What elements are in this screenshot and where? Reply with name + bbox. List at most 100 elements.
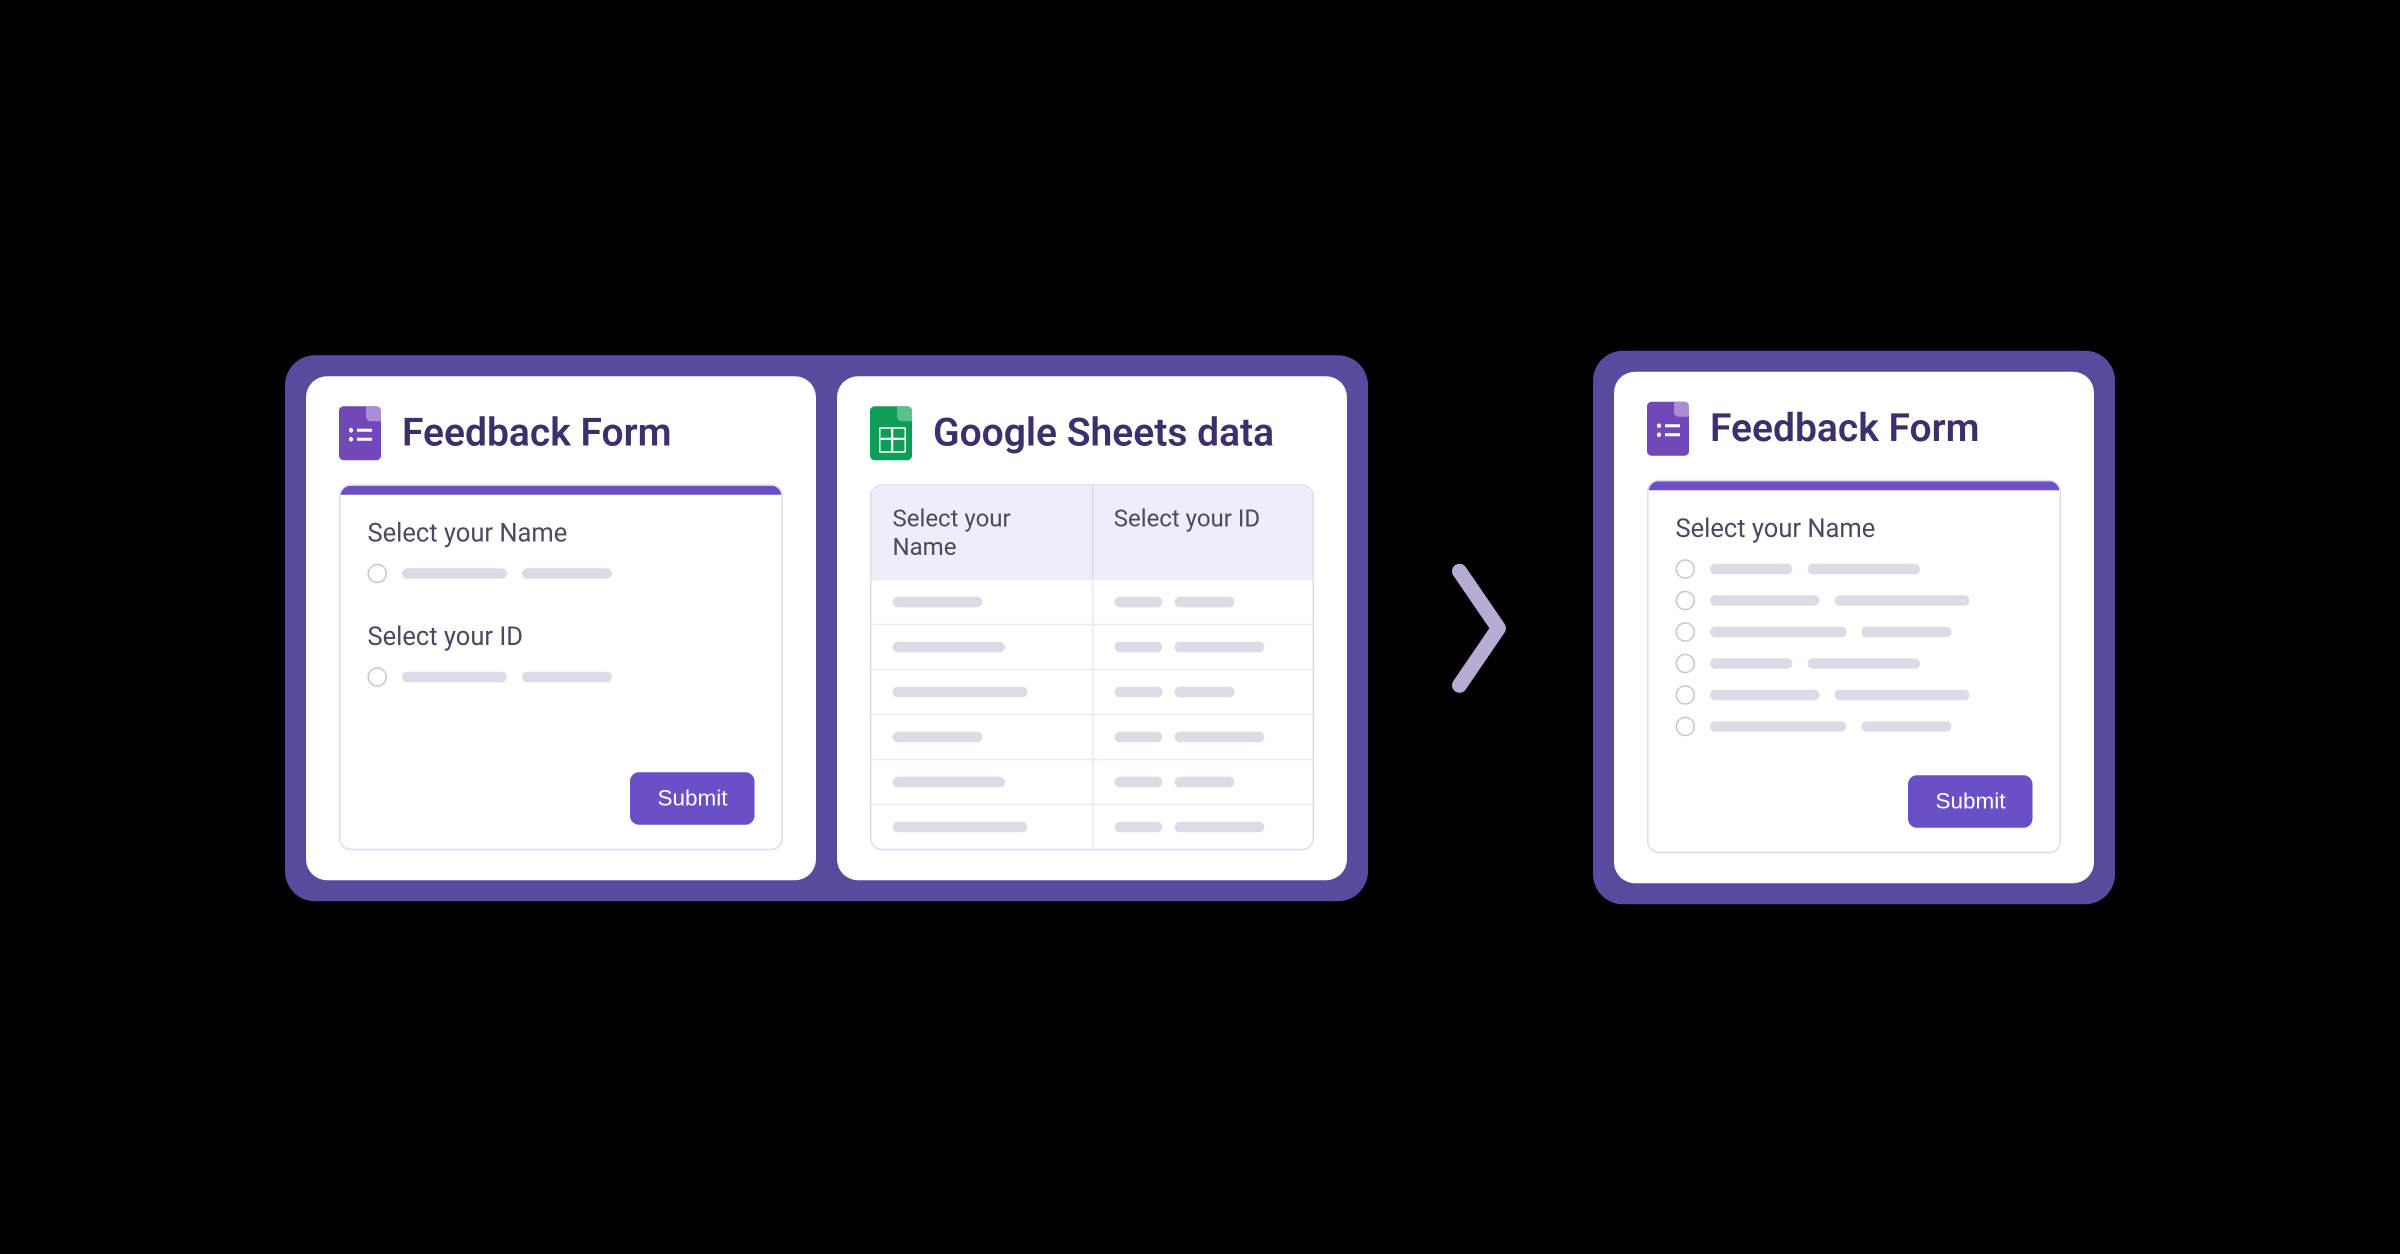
placeholder-text bbox=[1114, 641, 1162, 652]
table-row bbox=[872, 623, 1313, 668]
input-panel-group: Feedback Form Select your Name Select bbox=[285, 354, 1368, 900]
question-name: Select your Name bbox=[1676, 514, 2033, 748]
placeholder-text bbox=[1174, 731, 1264, 742]
question-name: Select your Name bbox=[368, 518, 755, 595]
option-row[interactable] bbox=[1676, 559, 2033, 579]
placeholder-text bbox=[1174, 641, 1264, 652]
placeholder-text bbox=[1174, 821, 1264, 832]
card-header: Feedback Form bbox=[1647, 401, 2061, 455]
diagram-container: Feedback Form Select your Name Select bbox=[285, 350, 2115, 904]
table-cell bbox=[1093, 804, 1313, 848]
table-cell bbox=[1093, 714, 1313, 758]
placeholder-text bbox=[893, 821, 1028, 832]
placeholder-text bbox=[1835, 595, 1970, 606]
table-cell bbox=[1093, 759, 1313, 803]
placeholder-text bbox=[893, 686, 1028, 697]
table-row bbox=[872, 758, 1313, 803]
placeholder-text bbox=[1808, 658, 1921, 669]
form-inner: Select your Name Submit bbox=[1649, 490, 2060, 852]
table-cell bbox=[872, 804, 1093, 848]
placeholder-text bbox=[1808, 563, 1921, 574]
radio-icon bbox=[1676, 685, 1696, 705]
placeholder-text bbox=[893, 731, 983, 742]
output-panel-group: Feedback Form Select your Name Submit bbox=[1593, 350, 2115, 904]
form-body: Select your Name Submit bbox=[1647, 479, 2061, 853]
placeholder-text bbox=[1710, 595, 1820, 606]
table-row bbox=[872, 668, 1313, 713]
arrow-icon bbox=[1443, 552, 1518, 702]
question-label: Select your Name bbox=[368, 518, 755, 548]
radio-icon bbox=[368, 666, 388, 686]
radio-icon bbox=[368, 563, 388, 583]
placeholder-text bbox=[1114, 776, 1162, 787]
placeholder-text bbox=[1710, 626, 1847, 637]
placeholder-text bbox=[1174, 686, 1234, 697]
sheets-header-row: Select your Name Select your ID bbox=[872, 485, 1313, 578]
sheets-rows-container bbox=[872, 578, 1313, 848]
option-row[interactable] bbox=[1676, 716, 2033, 736]
table-row bbox=[872, 713, 1313, 758]
option-row[interactable] bbox=[1676, 590, 2033, 610]
placeholder-text bbox=[1835, 689, 1970, 700]
placeholder-text bbox=[1174, 776, 1234, 787]
feedback-form-after-card: Feedback Form Select your Name Submit bbox=[1614, 371, 2094, 883]
question-label: Select your ID bbox=[368, 621, 755, 651]
table-row bbox=[872, 803, 1313, 848]
table-cell bbox=[872, 759, 1093, 803]
placeholder-text bbox=[1114, 821, 1162, 832]
radio-icon bbox=[1676, 590, 1696, 610]
option-row[interactable] bbox=[1676, 622, 2033, 642]
placeholder-text bbox=[402, 567, 507, 578]
form-body: Select your Name Select your ID bbox=[339, 483, 783, 849]
table-row bbox=[872, 578, 1313, 623]
submit-button[interactable]: Submit bbox=[1908, 775, 2032, 828]
feedback-form-before-card: Feedback Form Select your Name Select bbox=[306, 375, 816, 879]
placeholder-text bbox=[1710, 658, 1793, 669]
form-accent-bar bbox=[1649, 481, 2060, 490]
card-title: Feedback Form bbox=[1710, 406, 1980, 451]
placeholder-text bbox=[1114, 686, 1162, 697]
placeholder-text bbox=[1710, 721, 1847, 732]
table-cell bbox=[872, 714, 1093, 758]
placeholder-text bbox=[893, 776, 1006, 787]
radio-icon bbox=[1676, 716, 1696, 736]
placeholder-text bbox=[1862, 721, 1952, 732]
option-row[interactable] bbox=[368, 563, 755, 583]
radio-icon bbox=[1676, 653, 1696, 673]
placeholder-text bbox=[1174, 596, 1234, 607]
google-sheets-icon bbox=[870, 405, 912, 459]
table-cell bbox=[872, 624, 1093, 668]
placeholder-text bbox=[1862, 626, 1952, 637]
google-sheets-card: Google Sheets data Select your Name Sele… bbox=[837, 375, 1347, 879]
question-label: Select your Name bbox=[1676, 514, 2033, 544]
card-header: Feedback Form bbox=[339, 405, 783, 459]
placeholder-text bbox=[1710, 689, 1820, 700]
table-cell bbox=[872, 669, 1093, 713]
submit-row: Submit bbox=[1676, 775, 2033, 828]
form-inner: Select your Name Select your ID bbox=[341, 494, 782, 848]
sheets-header-cell: Select your ID bbox=[1093, 485, 1313, 578]
option-row[interactable] bbox=[1676, 653, 2033, 673]
table-cell bbox=[872, 579, 1093, 623]
google-forms-icon bbox=[1647, 401, 1689, 455]
placeholder-text bbox=[402, 671, 507, 682]
placeholder-text bbox=[1114, 731, 1162, 742]
card-title: Feedback Form bbox=[402, 410, 672, 455]
placeholder-text bbox=[893, 641, 1006, 652]
card-title: Google Sheets data bbox=[933, 410, 1274, 455]
placeholder-text bbox=[1710, 563, 1793, 574]
submit-button[interactable]: Submit bbox=[630, 771, 754, 824]
form-accent-bar bbox=[341, 485, 782, 494]
google-forms-icon bbox=[339, 405, 381, 459]
card-header: Google Sheets data bbox=[870, 405, 1314, 459]
option-row[interactable] bbox=[1676, 685, 2033, 705]
placeholder-text bbox=[522, 671, 612, 682]
sheets-header-cell: Select your Name bbox=[872, 485, 1093, 578]
table-cell bbox=[1093, 579, 1313, 623]
placeholder-text bbox=[1114, 596, 1162, 607]
table-cell bbox=[1093, 624, 1313, 668]
option-row[interactable] bbox=[368, 666, 755, 686]
submit-row: Submit bbox=[368, 771, 755, 824]
options-container bbox=[1676, 559, 2033, 736]
radio-icon bbox=[1676, 559, 1696, 579]
